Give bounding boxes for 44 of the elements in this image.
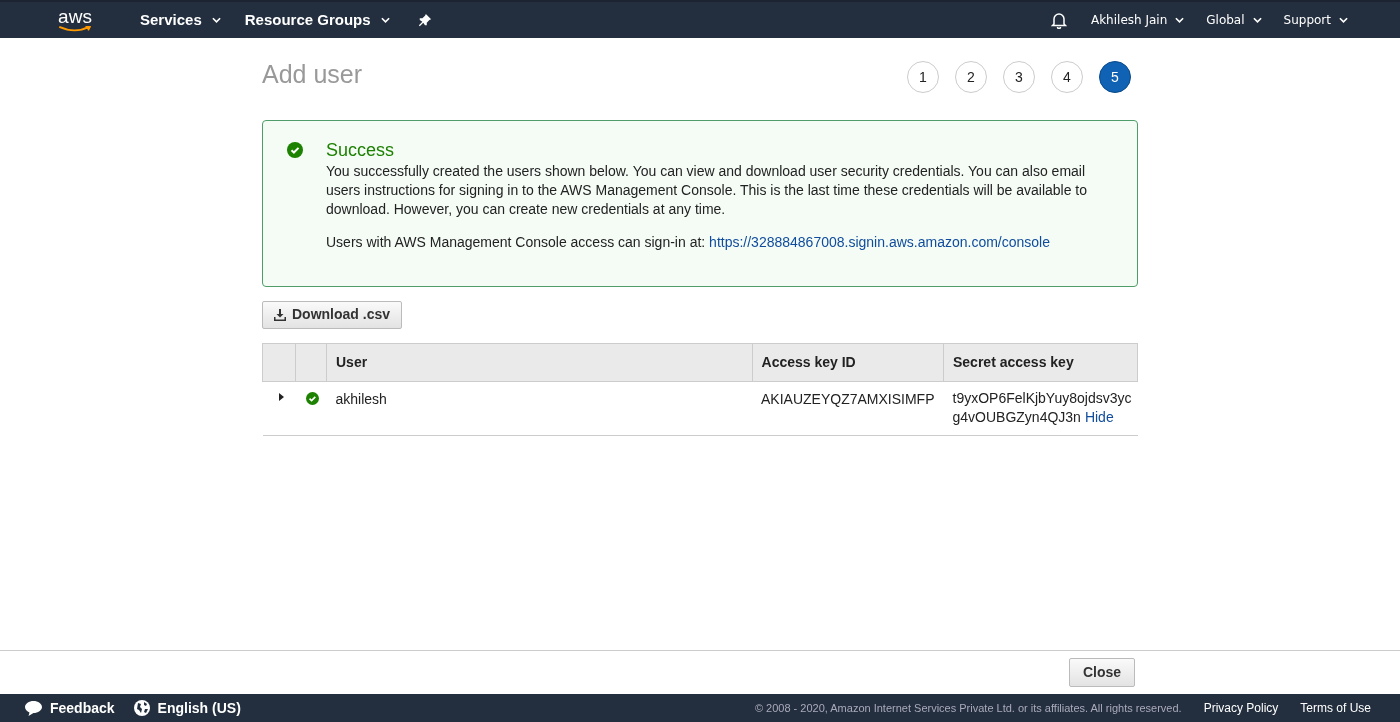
- nav-menu[interactable]: Support: [1283, 11, 1348, 29]
- nav-menu[interactable]: Resource Groups: [244, 8, 390, 32]
- footer-link[interactable]: Privacy Policy: [1203, 699, 1279, 717]
- secret-key-text: t9yxOP6FelKjbYuy8ojdsv3yc: [952, 388, 1132, 408]
- alert-message: You successfully created the users shown below. You can view and download user security credentials. You can also email users instructions for signing in to the AWS Management Console. This is the last time these credentials will be available to download. However, you can create new credentials at any time.: [326, 161, 1089, 219]
- column-header: Secret access key: [943, 343, 1138, 381]
- page-title: Add user: [262, 59, 363, 90]
- bell-icon[interactable]: [1050, 11, 1067, 29]
- feedback-link[interactable]: Feedback: [50, 697, 115, 719]
- step-indicator[interactable]: 3: [1003, 61, 1035, 93]
- copyright-text: © 2008 - 2020, Amazon Internet Services Private Ltd. or its affiliates. All rights reserved.: [754, 700, 1182, 716]
- alert-title: Success: [326, 138, 396, 161]
- nav-menu[interactable]: Global: [1206, 11, 1262, 29]
- caret-icon: [211, 17, 221, 23]
- caret-icon: [380, 17, 390, 23]
- aws-logo-text: aws: [58, 7, 92, 26]
- language-selector[interactable]: English (US): [157, 697, 241, 719]
- globe-icon: [133, 700, 150, 716]
- footer-link[interactable]: Terms of Use: [1300, 699, 1371, 717]
- nav-menu[interactable]: Akhilesh Jain: [1090, 11, 1185, 29]
- speech-bubble-icon: [25, 700, 42, 716]
- caret-right-icon[interactable]: [276, 392, 285, 401]
- caret-icon: [1339, 17, 1348, 23]
- secret-key-text: g4vOUBGZyn4QJ3n: [952, 407, 1081, 427]
- step-indicator[interactable]: 5: [1099, 61, 1131, 93]
- download-icon: [274, 308, 286, 321]
- signin-text: Users with AWS Management Console access can sign-in at: https://328884867008.signin.aws.amazon.com/console: [326, 232, 1051, 252]
- caret-icon: [1252, 17, 1262, 23]
- step-indicator[interactable]: 4: [1051, 61, 1083, 93]
- table-cell: akhilesh: [326, 381, 752, 435]
- nav-menu[interactable]: Services: [140, 8, 221, 32]
- column-header: User: [326, 343, 752, 381]
- close-button[interactable]: Close: [1068, 658, 1135, 687]
- column-header: Access key ID: [752, 343, 944, 381]
- caret-icon: [1175, 17, 1185, 23]
- hide-link[interactable]: Hide: [1084, 407, 1114, 427]
- pin-icon[interactable]: [417, 13, 432, 27]
- table-cell: AKIAUZEYQZ7AMXISIMFP: [752, 381, 944, 435]
- check-circle-icon: [287, 141, 303, 158]
- step-indicator[interactable]: 2: [955, 61, 987, 93]
- step-indicator[interactable]: 1: [907, 61, 939, 93]
- signin-link[interactable]: https://328884867008.signin.aws.amazon.com/console: [709, 233, 1050, 250]
- download-button[interactable]: Download .csv: [262, 300, 403, 329]
- smile-arrow-icon: [56, 25, 94, 33]
